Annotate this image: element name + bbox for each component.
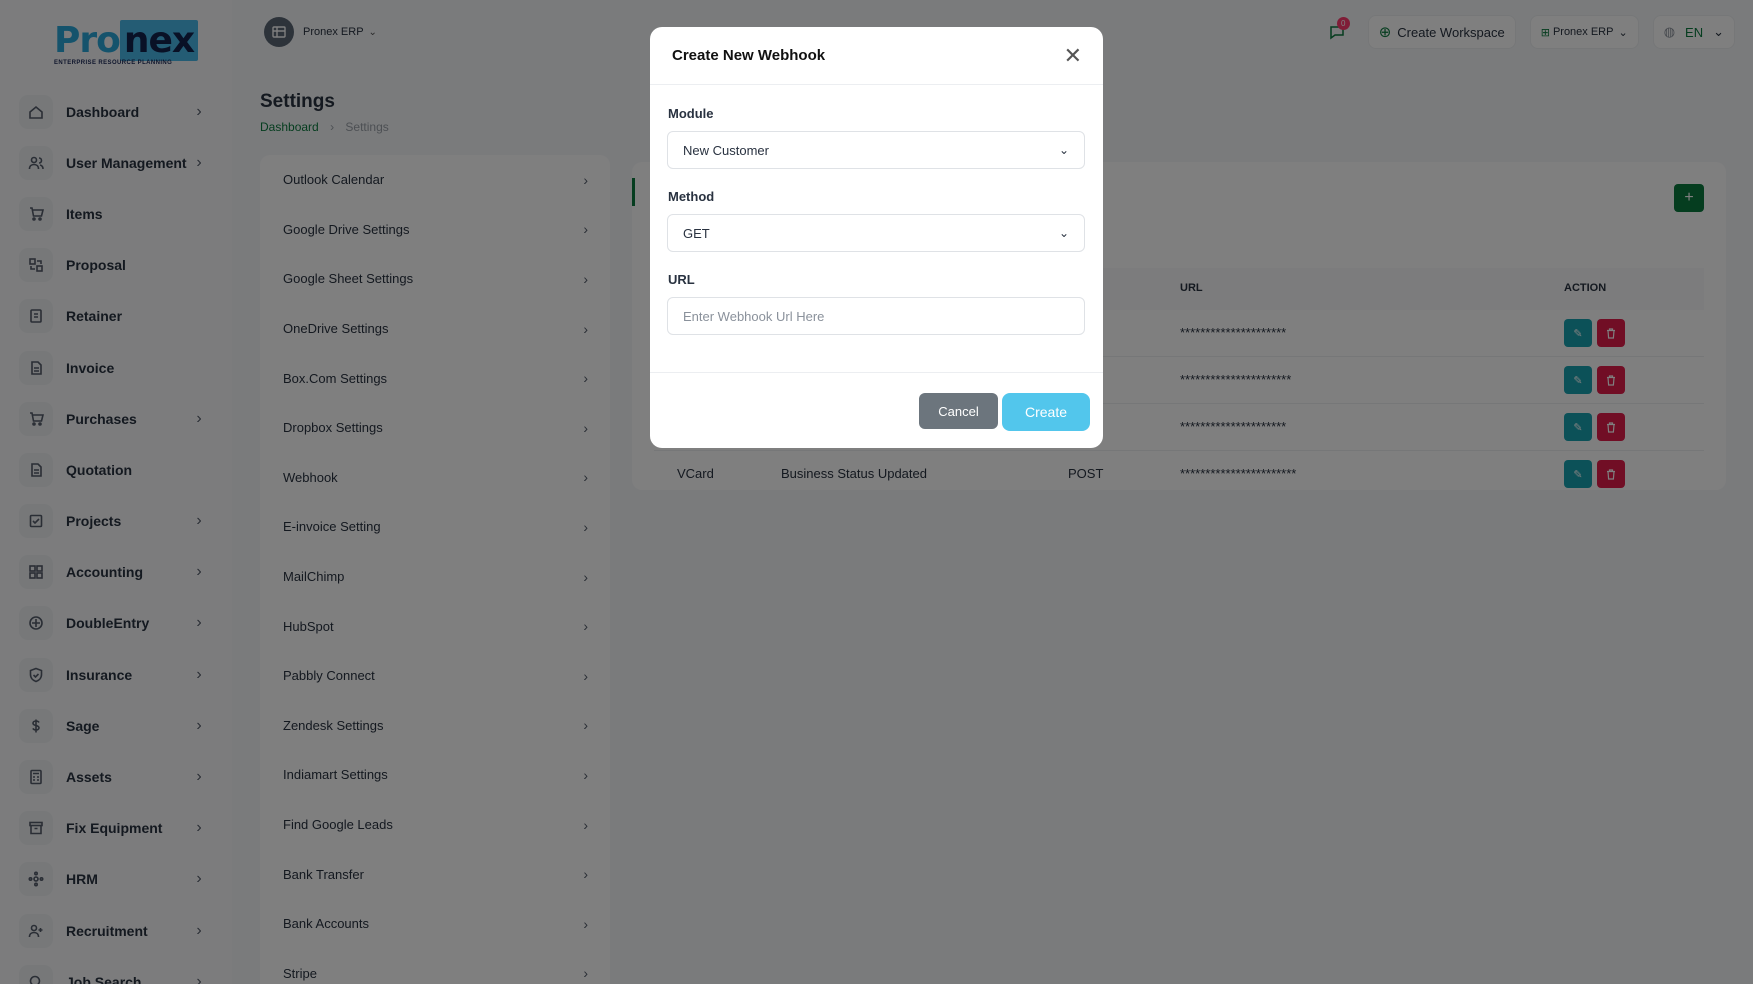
module-value: New Customer	[683, 142, 769, 158]
method-select[interactable]: GET ⌄	[667, 214, 1085, 252]
close-icon[interactable]: ✕	[1064, 44, 1082, 67]
method-label: Method	[668, 189, 715, 204]
url-input[interactable]	[683, 308, 1069, 324]
cancel-button[interactable]: Cancel	[919, 393, 998, 429]
create-button[interactable]: Create	[1002, 393, 1090, 431]
chevron-down-icon: ⌄	[1058, 226, 1069, 240]
url-field[interactable]	[667, 297, 1085, 335]
module-select[interactable]: New Customer ⌄	[667, 131, 1085, 169]
modal-footer: Cancel Create	[650, 372, 1103, 448]
chevron-down-icon: ⌄	[1058, 143, 1069, 157]
modal-title: Create New Webhook	[672, 47, 826, 64]
method-value: GET	[683, 225, 710, 241]
create-webhook-modal: Create New Webhook ✕ Module New Customer…	[650, 27, 1103, 448]
module-label: Module	[668, 106, 714, 121]
url-label: URL	[668, 272, 695, 287]
